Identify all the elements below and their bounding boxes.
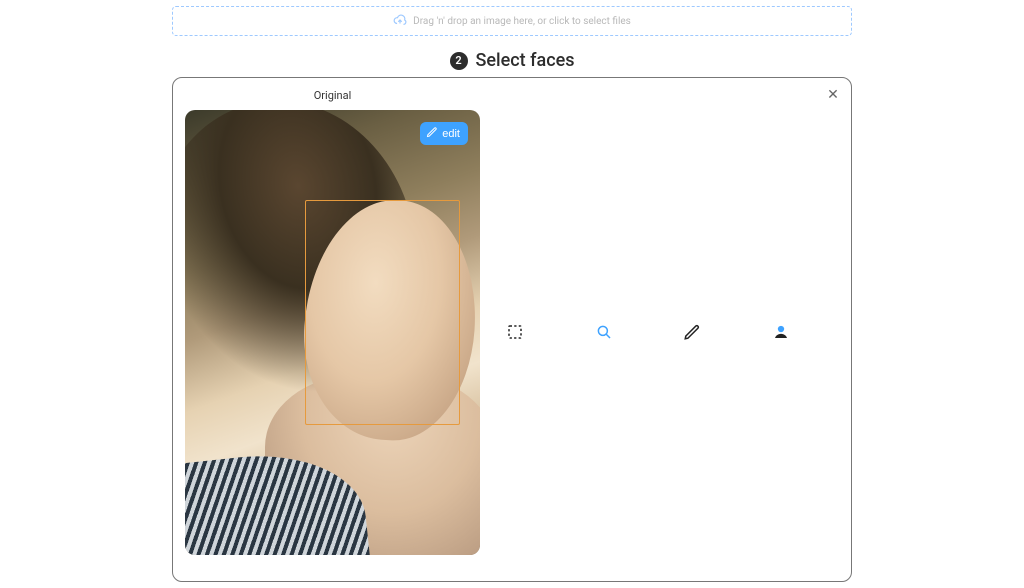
dropzone-text: Drag 'n' drop an image here, or click to… (413, 16, 631, 27)
pencil-icon (683, 323, 701, 344)
step-title: Select faces (476, 50, 575, 71)
select-tool-button[interactable] (503, 321, 527, 345)
person-tool-button[interactable] (769, 321, 793, 345)
right-toolbar (503, 318, 793, 348)
search-icon (595, 323, 613, 344)
search-tool-button[interactable] (592, 321, 616, 345)
tab-label: Original (314, 89, 352, 102)
step-number: 2 (455, 54, 461, 67)
step-header: 2 Select faces (0, 50, 1024, 71)
close-icon: ✕ (827, 86, 839, 102)
dropzone[interactable]: Drag 'n' drop an image here, or click to… (172, 6, 852, 36)
image-preview: edit (185, 110, 480, 555)
selection-box-icon (506, 323, 524, 344)
close-button[interactable]: ✕ (825, 86, 841, 102)
tab-original[interactable]: Original (185, 84, 480, 106)
draw-tool-button[interactable] (680, 321, 704, 345)
upload-cloud-icon (393, 13, 407, 30)
person-icon (772, 323, 790, 344)
main-panel: ✕ Original edit (172, 77, 852, 582)
edit-button[interactable]: edit (420, 122, 468, 145)
step-number-badge: 2 (450, 52, 468, 70)
edit-button-label: edit (442, 128, 460, 140)
pencil-icon (426, 126, 438, 141)
